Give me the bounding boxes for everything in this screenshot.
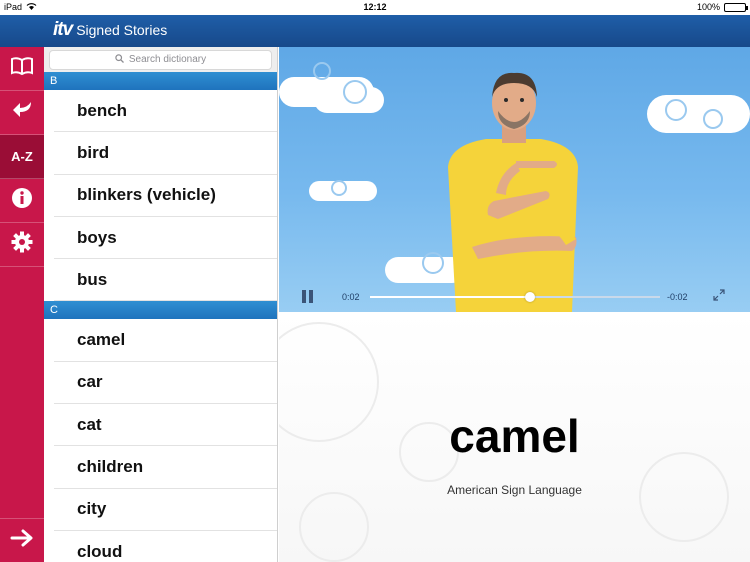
pause-button[interactable] xyxy=(302,290,313,303)
nav-a-z[interactable]: A-Z xyxy=(0,135,44,179)
nav-info[interactable] xyxy=(0,179,44,223)
sidebar-nav: A-Z xyxy=(0,47,44,562)
fullscreen-button[interactable] xyxy=(712,288,726,304)
list-item[interactable]: boys xyxy=(54,217,277,260)
battery-percent: 100% xyxy=(696,2,720,12)
remaining-time: -0:02 xyxy=(667,292,688,302)
section-header-c: C xyxy=(44,301,277,320)
signer-video-frame xyxy=(436,67,591,312)
swirl-decoration xyxy=(331,180,347,196)
scrubber-knob[interactable] xyxy=(524,292,535,302)
sign-language-label: American Sign Language xyxy=(447,483,582,497)
list-item[interactable]: car xyxy=(54,362,277,405)
app-header: itv Signed Stories xyxy=(0,15,750,47)
nav-stories[interactable] xyxy=(0,47,44,91)
dictionary-panel: Search dictionary B bench bird blinkers … xyxy=(44,47,278,562)
cloud-decoration xyxy=(647,95,750,133)
swirl-decoration xyxy=(639,452,729,542)
search-icon xyxy=(115,53,124,66)
list-item[interactable]: bus xyxy=(54,259,277,302)
list-item[interactable]: bird xyxy=(54,132,277,175)
pause-icon-bar xyxy=(309,290,313,303)
list-item[interactable]: cat xyxy=(54,404,277,447)
swirl-decoration xyxy=(299,492,369,562)
swirl-decoration xyxy=(343,80,367,104)
app-title: Signed Stories xyxy=(76,22,168,38)
arrow-right-icon xyxy=(10,529,34,552)
search-placeholder: Search dictionary xyxy=(128,54,207,65)
info-icon xyxy=(11,187,33,214)
search-bar: Search dictionary xyxy=(44,47,277,72)
clock: 12:12 xyxy=(363,2,387,12)
status-bar: iPad 12:12 100% xyxy=(0,0,750,15)
list-item[interactable]: cloud xyxy=(54,531,277,562)
section-header-b: B xyxy=(44,72,277,90)
gear-icon xyxy=(11,231,33,258)
app-logo: itv Signed Stories xyxy=(53,19,167,41)
video-scrubber[interactable] xyxy=(370,292,660,302)
book-icon xyxy=(10,56,34,81)
nav-forward[interactable] xyxy=(0,518,44,562)
list-item[interactable]: blinkers (vehicle) xyxy=(54,175,277,217)
back-arrow-icon xyxy=(11,100,33,125)
nav-back[interactable] xyxy=(0,91,44,135)
elapsed-time: 0:02 xyxy=(342,292,360,302)
word-detail: camel American Sign Language xyxy=(279,312,750,562)
list-item[interactable]: city xyxy=(54,489,277,531)
itv-logo: itv xyxy=(53,19,73,40)
pause-icon xyxy=(302,290,306,303)
list-item[interactable]: camel xyxy=(54,319,277,362)
battery-icon xyxy=(724,2,748,12)
nav-a-z-label: A-Z xyxy=(11,149,33,164)
list-item[interactable]: children xyxy=(54,446,277,489)
swirl-decoration xyxy=(313,62,331,80)
list-item[interactable]: bench xyxy=(54,90,277,133)
swirl-decoration xyxy=(665,99,687,121)
nav-settings[interactable] xyxy=(0,223,44,267)
search-input[interactable]: Search dictionary xyxy=(49,49,272,70)
video-player[interactable]: 0:02 -0:02 xyxy=(279,47,750,312)
expand-icon xyxy=(712,289,726,304)
video-controls: 0:02 -0:02 xyxy=(279,280,750,312)
word-title: camel xyxy=(449,410,580,462)
swirl-decoration xyxy=(703,109,723,129)
scrubber-progress xyxy=(370,296,530,298)
